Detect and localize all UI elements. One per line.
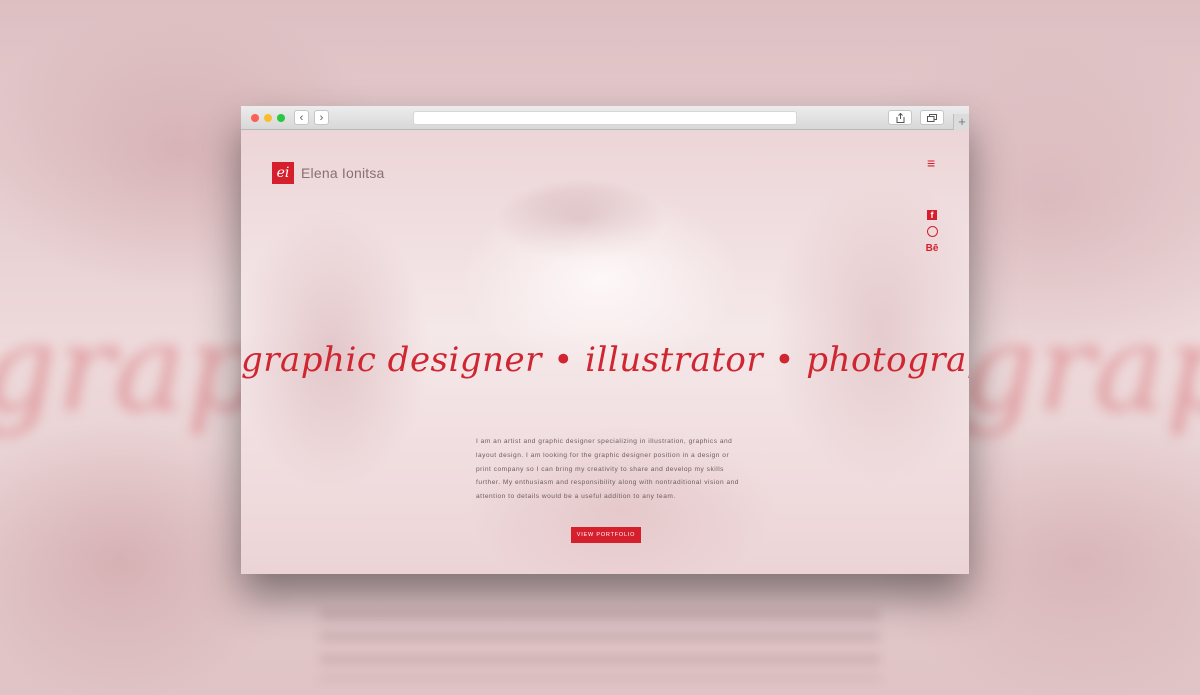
close-window-button[interactable]: [251, 114, 259, 122]
minimize-window-button[interactable]: [264, 114, 272, 122]
bio-paragraph: I am an artist and graphic designer spec…: [476, 438, 739, 501]
browser-window: ‹ › + ei Elena Ionitsa ≡ f Bē graphic de…: [241, 106, 969, 574]
hamburger-menu-icon[interactable]: ≡: [927, 155, 935, 171]
logo-text: Elena Ionitsa: [301, 165, 385, 181]
backdrop-script-right: graph: [960, 300, 1200, 439]
show-tabs-button[interactable]: [920, 110, 944, 125]
back-button[interactable]: ‹: [294, 110, 309, 125]
view-portfolio-button[interactable]: VIEW PORTFOLIO: [571, 527, 641, 543]
dribbble-icon: [926, 226, 938, 237]
site-logo[interactable]: ei Elena Ionitsa: [272, 162, 385, 184]
facebook-icon: f: [927, 210, 937, 220]
logo-mark: ei: [272, 162, 294, 184]
facebook-link[interactable]: f: [925, 205, 939, 223]
dribbble-link[interactable]: [925, 224, 939, 242]
address-bar[interactable]: [413, 111, 797, 125]
hero-tagline: graphic designer • illustrator • photogr…: [241, 340, 969, 380]
website-page: ei Elena Ionitsa ≡ f Bē graphic designer…: [241, 130, 969, 574]
forward-button[interactable]: ›: [314, 110, 329, 125]
backdrop-text-lines: [320, 610, 880, 680]
share-button[interactable]: [888, 110, 912, 125]
new-tab-button[interactable]: +: [953, 114, 969, 130]
tabs-icon: [927, 113, 937, 122]
behance-link[interactable]: Bē: [925, 243, 939, 254]
maximize-window-button[interactable]: [277, 114, 285, 122]
share-icon: [896, 112, 904, 123]
browser-titlebar: ‹ › +: [241, 106, 969, 130]
